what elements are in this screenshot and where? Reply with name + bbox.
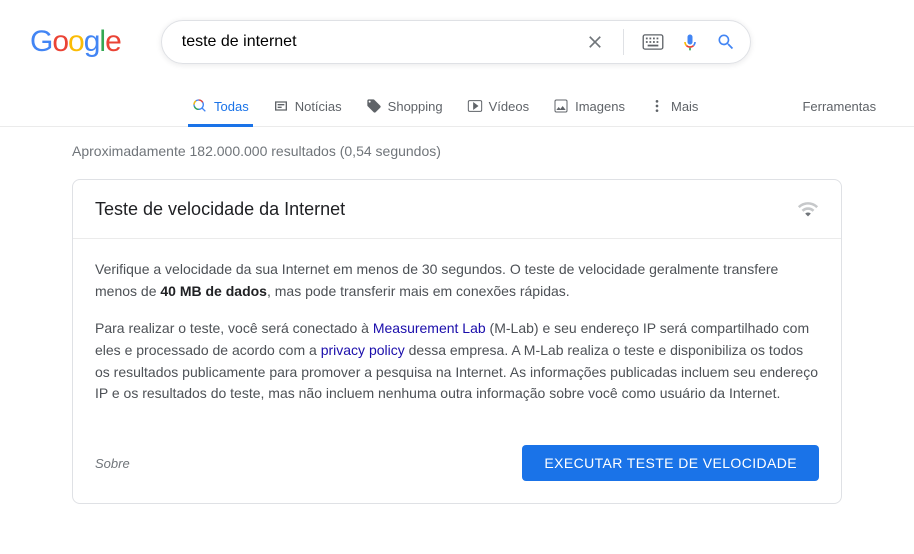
video-icon bbox=[467, 98, 483, 114]
tab-label: Shopping bbox=[388, 99, 443, 114]
card-body: Verifique a velocidade da sua Internet e… bbox=[73, 239, 841, 425]
search-actions bbox=[585, 29, 736, 55]
card-paragraph-1: Verifique a velocidade da sua Internet e… bbox=[95, 259, 819, 302]
results-stats: Aproximadamente 182.000.000 resultados (… bbox=[0, 127, 914, 159]
tab-label: Todas bbox=[214, 99, 249, 114]
privacy-policy-link[interactable]: privacy policy bbox=[321, 342, 405, 358]
tools-link[interactable]: Ferramentas bbox=[790, 89, 888, 126]
tab-label: Imagens bbox=[575, 99, 625, 114]
header-row: G o o g l e bbox=[0, 0, 914, 64]
tab-label: Mais bbox=[671, 99, 698, 114]
divider bbox=[623, 29, 624, 55]
search-icon[interactable] bbox=[716, 32, 736, 52]
card-header: Teste de velocidade da Internet bbox=[73, 180, 841, 239]
tab-videos[interactable]: Vídeos bbox=[455, 88, 541, 126]
card-paragraph-2: Para realizar o teste, você será conecta… bbox=[95, 318, 819, 405]
speedtest-card: Teste de velocidade da Internet Verifiqu… bbox=[72, 179, 842, 504]
logo-letter: e bbox=[105, 25, 121, 59]
run-speedtest-button[interactable]: EXECUTAR TESTE DE VELOCIDADE bbox=[522, 445, 819, 481]
search-icon bbox=[192, 98, 208, 114]
keyboard-icon[interactable] bbox=[642, 34, 664, 50]
logo-letter: G bbox=[30, 25, 52, 59]
search-bar bbox=[161, 20, 751, 64]
tab-label: Vídeos bbox=[489, 99, 529, 114]
card-title: Teste de velocidade da Internet bbox=[95, 199, 345, 220]
tab-all[interactable]: Todas bbox=[180, 88, 261, 126]
logo-letter: o bbox=[52, 25, 68, 59]
tab-news[interactable]: Notícias bbox=[261, 88, 354, 126]
measurement-lab-link[interactable]: Measurement Lab bbox=[373, 320, 486, 336]
clear-icon[interactable] bbox=[585, 32, 605, 52]
tab-label: Notícias bbox=[295, 99, 342, 114]
logo-letter: o bbox=[68, 25, 84, 59]
google-logo[interactable]: G o o g l e bbox=[30, 25, 121, 59]
tabs-row: Todas Notícias Shopping Vídeos Imagens M… bbox=[0, 88, 914, 127]
wifi-icon bbox=[797, 198, 819, 220]
news-icon bbox=[273, 98, 289, 114]
logo-letter: g bbox=[84, 25, 100, 59]
image-icon bbox=[553, 98, 569, 114]
text: Para realizar o teste, você será conecta… bbox=[95, 320, 373, 336]
bold-text: 40 MB de dados bbox=[160, 283, 267, 299]
card-footer: Sobre EXECUTAR TESTE DE VELOCIDADE bbox=[73, 425, 841, 503]
about-link[interactable]: Sobre bbox=[95, 456, 130, 471]
shopping-icon bbox=[366, 98, 382, 114]
tab-images[interactable]: Imagens bbox=[541, 88, 637, 126]
tab-shopping[interactable]: Shopping bbox=[354, 88, 455, 126]
microphone-icon[interactable] bbox=[680, 32, 700, 52]
search-input[interactable] bbox=[176, 33, 585, 51]
tab-more[interactable]: Mais bbox=[637, 88, 710, 126]
text: , mas pode transferir mais em conexões r… bbox=[267, 283, 570, 299]
more-icon bbox=[649, 98, 665, 114]
